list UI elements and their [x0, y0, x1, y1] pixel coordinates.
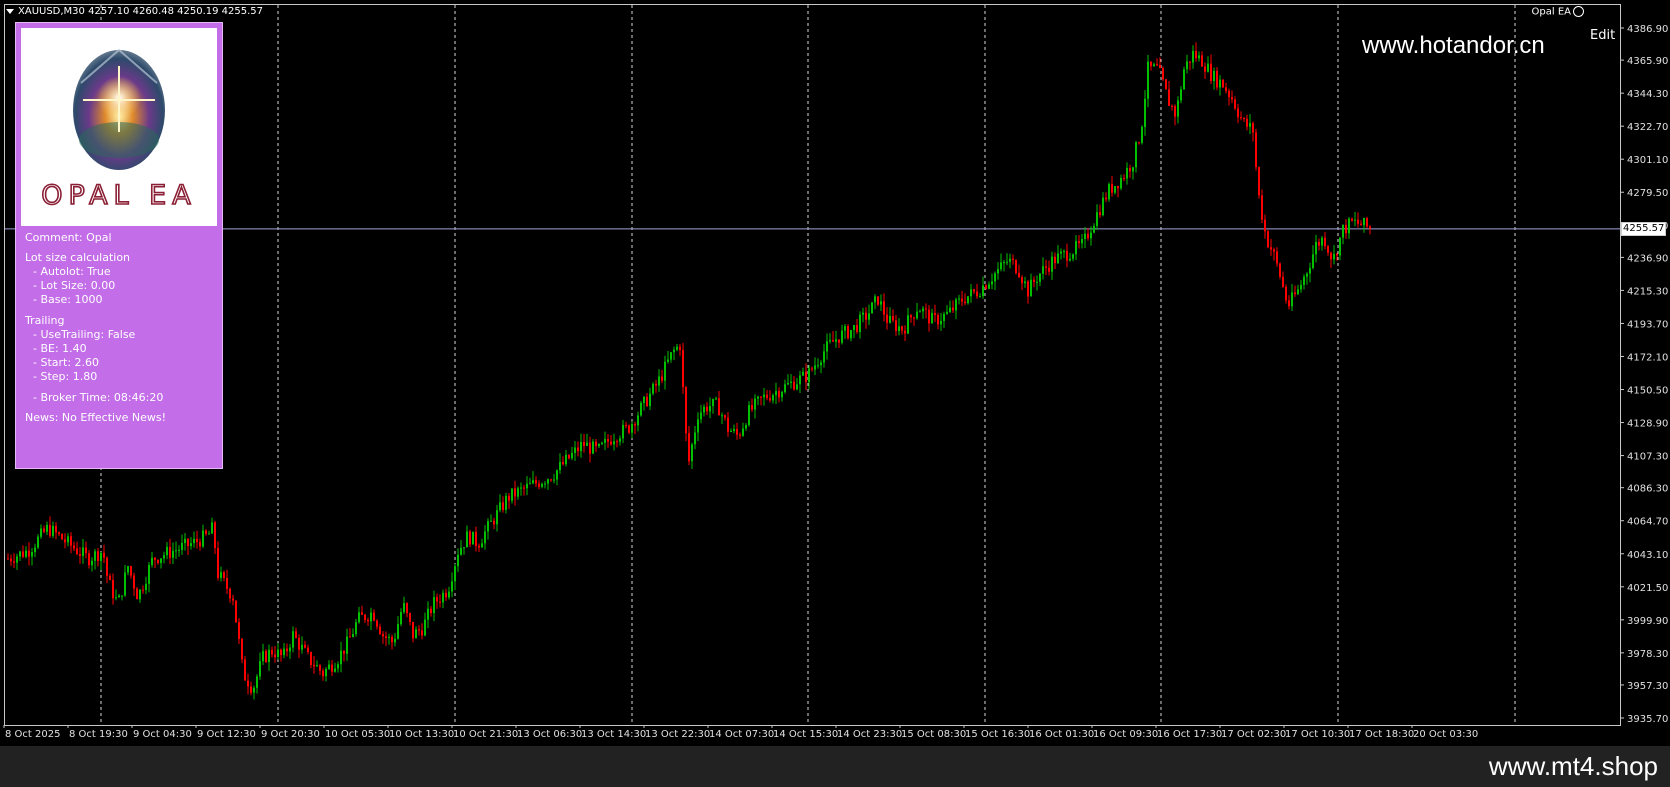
start-text: - Start: 2.60 — [33, 356, 100, 369]
lot-section-heading: Lot size calculation — [25, 251, 131, 264]
use-trailing-text: - UseTrailing: False — [33, 328, 136, 341]
time-tick-label: 9 Oct 20:30 — [261, 729, 320, 740]
price-tick-label: 4172.10 — [1627, 352, 1668, 363]
price-tick-label: 3935.70 — [1627, 714, 1668, 725]
time-tick-label: 8 Oct 2025 — [5, 729, 60, 740]
price-tick-label: 4193.70 — [1627, 319, 1668, 330]
time-tick-label: 8 Oct 19:30 — [69, 729, 128, 740]
dropdown-triangle-icon[interactable] — [6, 8, 14, 14]
news-text: News: No Effective News! — [25, 411, 167, 424]
price-tick-label: 4086.30 — [1627, 484, 1668, 495]
time-tick-label: 13 Oct 06:30 — [517, 729, 582, 740]
plot-area-border — [4, 4, 1621, 726]
price-tick-label: 3978.30 — [1627, 649, 1668, 660]
time-tick-label: 10 Oct 21:30 — [453, 729, 518, 740]
time-tick-label: 14 Oct 15:30 — [773, 729, 838, 740]
time-tick-label: 15 Oct 16:30 — [965, 729, 1030, 740]
price-tick-label: 4386.90 — [1627, 24, 1668, 35]
step-text: - Step: 1.80 — [33, 370, 98, 383]
price-tick-label: 3999.90 — [1627, 616, 1668, 627]
time-tick-label: 14 Oct 07:30 — [709, 729, 774, 740]
time-tick-label: 16 Oct 17:30 — [1157, 729, 1222, 740]
be-text: - BE: 1.40 — [33, 342, 87, 355]
symbol-info: XAUUSD,M30 4257.10 4260.48 4250.19 4255.… — [18, 6, 264, 17]
price-tick-label: 3957.30 — [1627, 681, 1668, 692]
price-tick-label: 4344.30 — [1627, 89, 1668, 100]
time-tick-label: 14 Oct 23:30 — [837, 729, 902, 740]
opal-logo: OPAL EA — [21, 28, 217, 226]
time-tick-label: 16 Oct 09:30 — [1093, 729, 1158, 740]
chart-window[interactable]: 4386.90 4365.90 4344.30 4322.70 4301.10 4279.… — [0, 0, 1670, 746]
price-tick-label: 4064.70 — [1627, 517, 1668, 528]
logo-text: OPAL EA — [40, 179, 197, 212]
comment-text: Comment: Opal — [25, 231, 112, 244]
broker-time-text: - Broker Time: 08:46:20 — [33, 391, 164, 404]
time-tick-label: 13 Oct 22:30 — [645, 729, 710, 740]
trailing-section-heading: Trailing — [25, 314, 65, 327]
price-tick-label: 4301.10 — [1627, 155, 1668, 166]
current-price-label: 4255.57 — [1621, 222, 1667, 236]
time-tick-label: 16 Oct 01:30 — [1029, 729, 1094, 740]
price-tick-label: 4043.10 — [1627, 550, 1668, 561]
time-tick-label: 10 Oct 05:30 — [325, 729, 390, 740]
watermark-text: www.hotandor.cn — [1362, 32, 1545, 54]
price-tick-label: 4322.70 — [1627, 122, 1668, 133]
price-tick-label: 4365.90 — [1627, 56, 1668, 67]
price-tick-label: 4236.90 — [1627, 253, 1668, 264]
price-tick-label: 4128.90 — [1627, 419, 1668, 430]
time-tick-label: 17 Oct 18:30 — [1349, 729, 1414, 740]
time-tick-label: 9 Oct 12:30 — [197, 729, 256, 740]
time-tick-label: 17 Oct 10:30 — [1285, 729, 1350, 740]
time-tick-label: 13 Oct 14:30 — [581, 729, 646, 740]
price-tick-label: 4215.30 — [1627, 286, 1668, 297]
time-tick-label: 9 Oct 04:30 — [133, 729, 192, 740]
ea-name: Opal EA — [1531, 6, 1571, 18]
lot-size-text: - Lot Size: 0.00 — [33, 279, 116, 292]
base-text: - Base: 1000 — [33, 293, 103, 306]
price-tick-label: 4279.50 — [1627, 188, 1668, 199]
price-tick-label: 4150.50 — [1627, 386, 1668, 397]
smiley-icon — [1573, 6, 1584, 17]
time-tick-label: 20 Oct 03:30 — [1413, 729, 1478, 740]
edit-button[interactable]: Edit — [1590, 28, 1615, 43]
time-tick-label: 17 Oct 02:30 — [1221, 729, 1286, 740]
price-tick-label: 4107.30 — [1627, 452, 1668, 463]
symbol-header: XAUUSD,M30 4257.10 4260.48 4250.19 4255.… — [6, 6, 263, 18]
time-tick-label: 15 Oct 08:30 — [901, 729, 966, 740]
price-tick-label: 4021.50 — [1627, 583, 1668, 594]
footer-brand: www.mt4.shop — [1488, 751, 1658, 781]
ea-info-panel: OPAL EA Comment: Opal Lot size calculati… — [15, 22, 223, 469]
time-tick-label: 10 Oct 13:30 — [389, 729, 454, 740]
autolot-text: - Autolot: True — [33, 265, 111, 278]
ea-status[interactable]: Opal EA — [1532, 6, 1584, 18]
